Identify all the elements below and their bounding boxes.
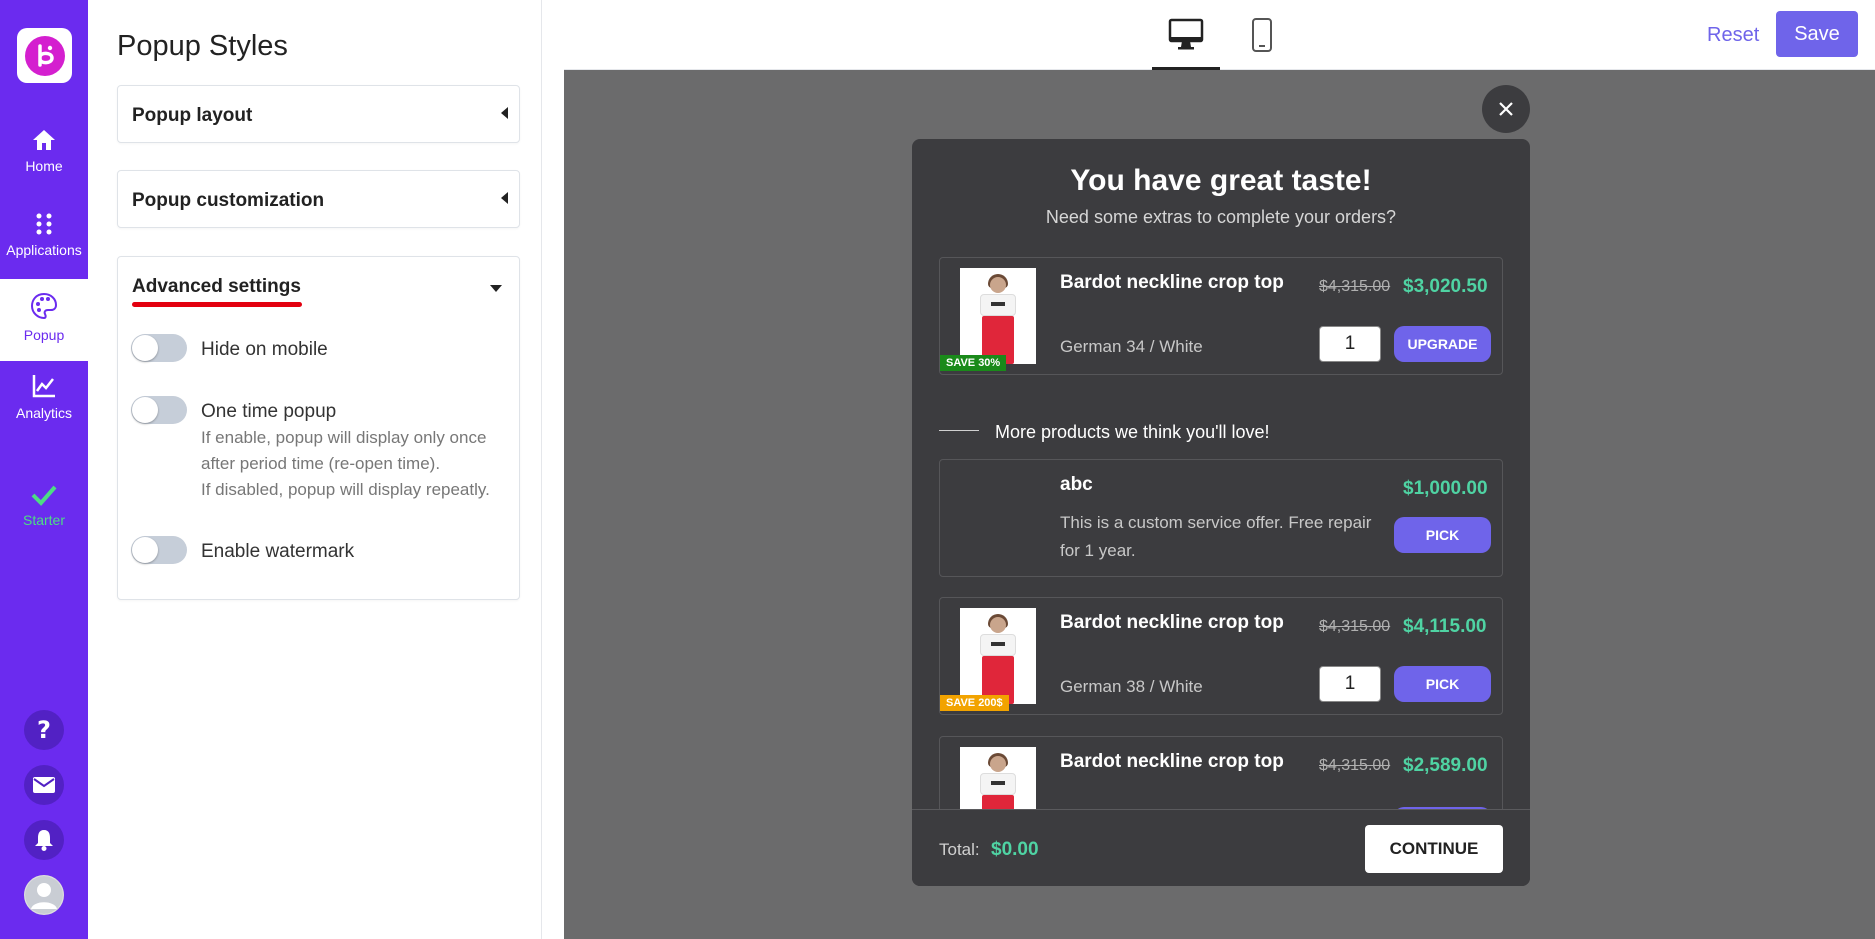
close-icon xyxy=(1499,102,1513,116)
nav-popup-label: Popup xyxy=(23,327,65,343)
price: $3,020.50 xyxy=(1403,276,1488,297)
section-popup-layout-label: Popup layout xyxy=(132,105,253,126)
mail-icon xyxy=(33,777,55,793)
product-name: Bardot neckline crop top xyxy=(1060,751,1284,772)
product-variant: German 38 / White xyxy=(1060,677,1203,696)
product-name: abc xyxy=(1060,474,1093,495)
section-popup-customization[interactable]: Popup customization xyxy=(117,170,520,228)
old-price: $4,315.00 xyxy=(1319,618,1391,635)
product-description: This is a custom service offer. Free rep… xyxy=(1060,513,1372,560)
desktop-view-button[interactable] xyxy=(1152,0,1220,70)
divider xyxy=(939,430,979,431)
price: $4,115.00 xyxy=(1403,616,1487,637)
price: $1,000.00 xyxy=(1403,478,1488,499)
home-icon xyxy=(33,130,55,150)
pick-button[interactable]: PICK xyxy=(1394,517,1491,553)
notifications-button[interactable] xyxy=(24,820,64,860)
apps-grid-icon xyxy=(36,213,52,235)
section-popup-customization-label: Popup customization xyxy=(132,190,325,211)
product-image xyxy=(960,608,1036,704)
help-button[interactable]: ? xyxy=(24,710,64,750)
offer-item: SAVE 200$ Bardot neckline crop top $4,31… xyxy=(939,597,1503,715)
nav-home-label: Home xyxy=(25,158,63,174)
app-sidebar: Home Applications Popup Analytics Starte… xyxy=(0,0,88,939)
section-advanced-settings-label[interactable]: Advanced settings xyxy=(132,276,301,298)
quantity-input[interactable]: 1 xyxy=(1319,326,1381,362)
reset-button[interactable]: Reset xyxy=(1707,24,1759,47)
nav-analytics-label: Analytics xyxy=(15,405,73,421)
continue-button[interactable]: CONTINUE xyxy=(1365,825,1503,873)
total-label: Total: xyxy=(939,840,980,859)
enable-watermark-label: Enable watermark xyxy=(201,541,355,562)
nav-popup[interactable]: Popup xyxy=(0,279,88,361)
price: $2,589.00 xyxy=(1403,755,1488,776)
popup-subtitle: Need some extras to complete your orders… xyxy=(1045,207,1397,227)
upsell-popup: You have great taste! Need some extras t… xyxy=(912,139,1530,886)
page-title: Popup Styles xyxy=(117,30,288,62)
caret-left-icon xyxy=(501,107,508,119)
check-icon xyxy=(31,485,57,506)
chart-line-icon xyxy=(32,375,55,398)
brand-logo-icon xyxy=(24,35,65,76)
nav-starter-label: Starter xyxy=(22,512,65,528)
hide-on-mobile-label: Hide on mobile xyxy=(201,339,328,360)
total-value: $0.00 xyxy=(991,839,1039,860)
avatar[interactable] xyxy=(24,875,64,915)
desktop-icon xyxy=(1168,18,1204,49)
discount-badge: SAVE 200$ xyxy=(940,695,1009,711)
nav-analytics[interactable]: Analytics xyxy=(0,373,88,421)
bell-icon xyxy=(35,830,53,851)
help-icon: ? xyxy=(37,716,51,744)
product-variant: German 34 / White xyxy=(1060,337,1203,356)
mobile-view-button[interactable] xyxy=(1240,0,1284,70)
caret-down-icon[interactable] xyxy=(490,285,502,292)
discount-badge: SAVE 30% xyxy=(940,355,1007,371)
brand-logo[interactable] xyxy=(17,28,72,83)
settings-panel: Popup Styles Popup layout Popup customiz… xyxy=(88,0,542,939)
save-button[interactable]: Save xyxy=(1776,11,1858,57)
popup-title: You have great taste! xyxy=(1070,164,1372,197)
pick-button[interactable]: PICK xyxy=(1394,666,1491,702)
nav-starter[interactable]: Starter xyxy=(0,484,88,528)
mail-button[interactable] xyxy=(24,765,64,805)
nav-applications[interactable]: Applications xyxy=(0,212,88,258)
section-popup-layout[interactable]: Popup layout xyxy=(117,85,520,143)
old-price: $4,315.00 xyxy=(1319,757,1391,774)
mobile-icon xyxy=(1252,18,1272,52)
highlight-underline xyxy=(132,302,302,307)
product-name: Bardot neckline crop top xyxy=(1060,612,1284,633)
popup-footer: Total: $0.00 CONTINUE xyxy=(912,809,1530,886)
one-time-popup-toggle[interactable] xyxy=(131,396,187,424)
avatar-icon xyxy=(25,876,63,914)
quantity-input[interactable]: 1 xyxy=(1319,666,1381,702)
caret-left-icon xyxy=(501,192,508,204)
one-time-popup-label: One time popup xyxy=(201,401,337,422)
offer-item: SAVE 30% Bardot neckline crop top $4,315… xyxy=(939,257,1503,375)
close-button[interactable] xyxy=(1482,85,1530,133)
nav-home[interactable]: Home xyxy=(0,128,88,174)
recommend-heading: More products we think you'll love! xyxy=(995,422,1270,442)
product-image xyxy=(960,268,1036,364)
offer-item: abc $1,000.00 This is a custom service o… xyxy=(939,459,1503,577)
hide-on-mobile-toggle[interactable] xyxy=(131,334,187,362)
old-price: $4,315.00 xyxy=(1319,278,1391,295)
product-name: Bardot neckline crop top xyxy=(1060,272,1284,293)
upgrade-button[interactable]: UPGRADE xyxy=(1394,326,1491,362)
one-time-popup-help: If enable, popup will display only once … xyxy=(201,428,490,499)
enable-watermark-toggle[interactable] xyxy=(131,536,187,564)
palette-icon xyxy=(30,292,58,320)
section-advanced-settings: Advanced settings Hide on mobile One tim… xyxy=(117,256,520,600)
nav-applications-label: Applications xyxy=(6,242,82,258)
